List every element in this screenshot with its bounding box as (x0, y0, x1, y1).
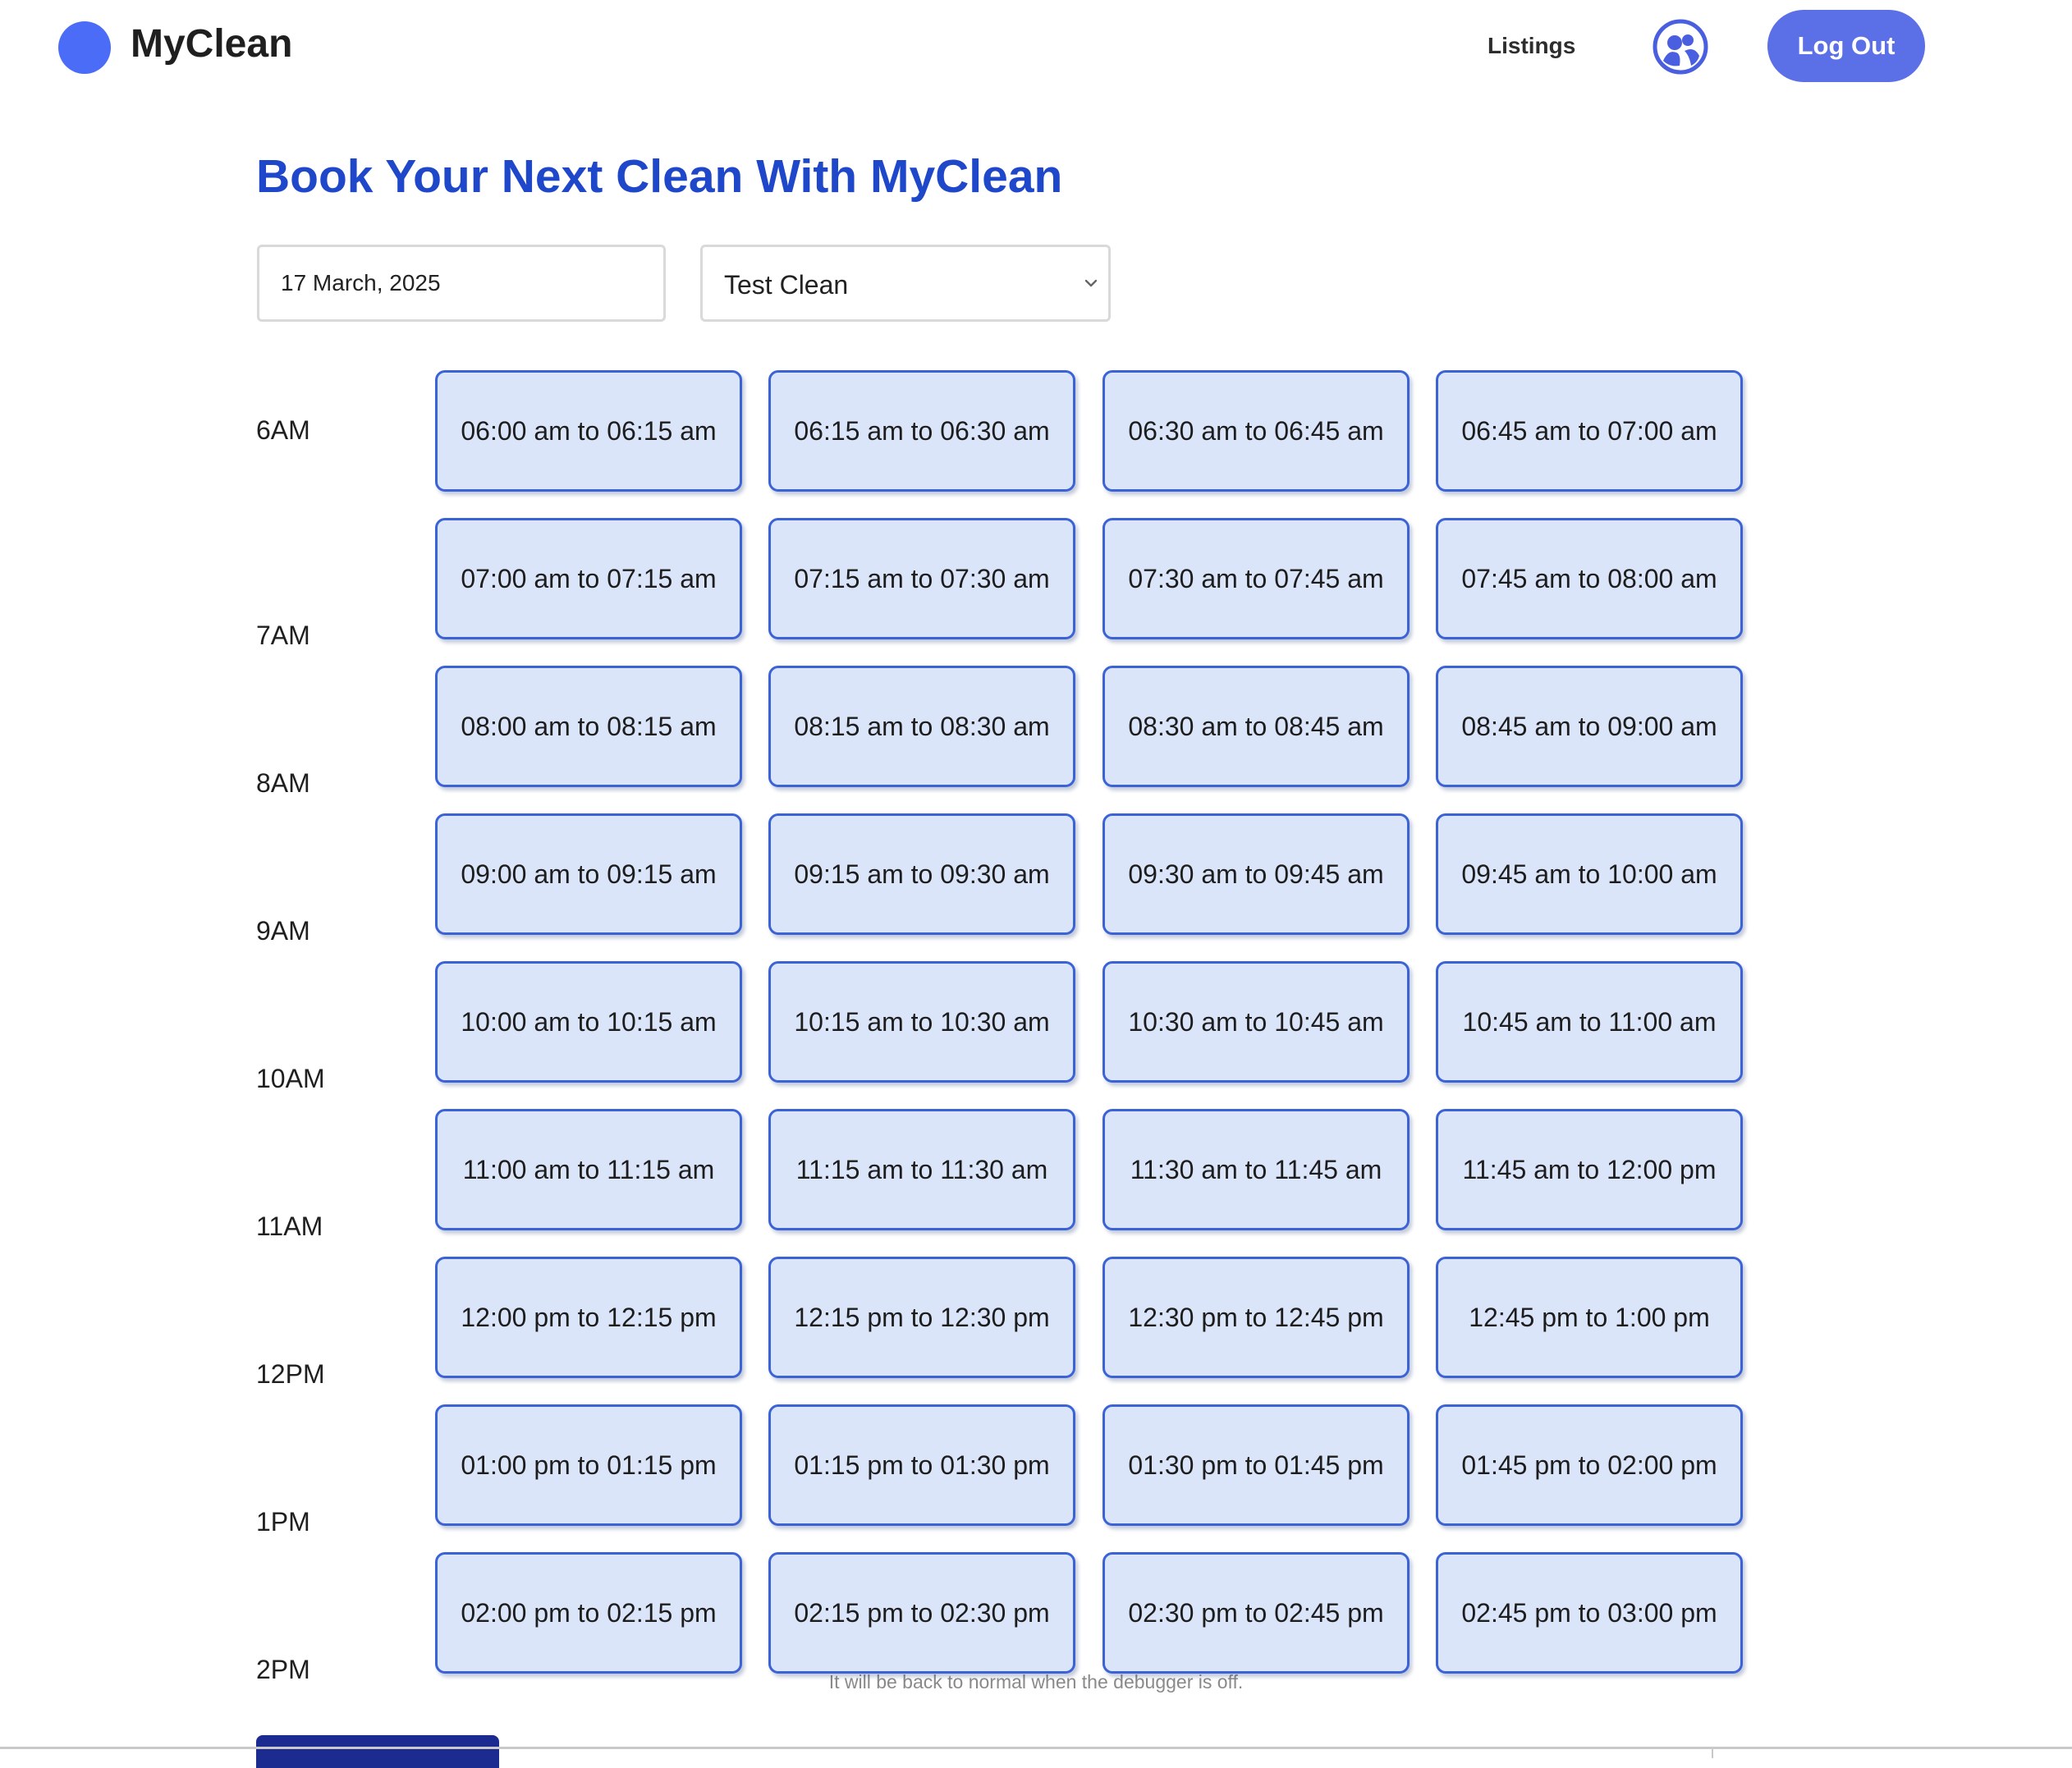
time-slot-button[interactable]: 01:45 pm to 02:00 pm (1436, 1404, 1743, 1526)
time-slot-button[interactable]: 08:15 am to 08:30 am (768, 666, 1075, 787)
time-slot-button[interactable]: 07:30 am to 07:45 am (1102, 518, 1410, 639)
debug-note: It will be back to normal when the debug… (828, 1671, 1244, 1692)
time-slot-button[interactable]: 12:30 pm to 12:45 pm (1102, 1257, 1410, 1378)
time-slot-button[interactable]: 02:00 pm to 02:15 pm (435, 1552, 742, 1674)
hour-label: 12PM (256, 1359, 325, 1389)
time-slot-button[interactable]: 11:15 am to 11:30 am (768, 1109, 1075, 1230)
hour-label: 6AM (256, 415, 310, 445)
time-slot-button[interactable]: 07:45 am to 08:00 am (1436, 518, 1743, 639)
profile-icon[interactable] (1652, 18, 1709, 76)
time-slot-button[interactable]: 02:30 pm to 02:45 pm (1102, 1552, 1410, 1674)
service-select[interactable]: Test Clean (700, 245, 1111, 322)
time-slot-button[interactable]: 02:15 pm to 02:30 pm (768, 1552, 1075, 1674)
brand-name[interactable]: MyClean (131, 21, 292, 66)
hour-label: 11AM (256, 1211, 323, 1241)
page-divider (0, 1747, 2072, 1749)
time-slot-button[interactable]: 06:15 am to 06:30 am (768, 370, 1075, 492)
divider-tick (1712, 1747, 1713, 1758)
time-slot-button[interactable]: 09:30 am to 09:45 am (1102, 813, 1410, 935)
time-slot-button[interactable]: 02:45 pm to 03:00 pm (1436, 1552, 1743, 1674)
time-slot-button[interactable]: 09:15 am to 09:30 am (768, 813, 1075, 935)
time-slot-button[interactable]: 12:00 pm to 12:15 pm (435, 1257, 742, 1378)
time-slot-button[interactable]: 12:15 pm to 12:30 pm (768, 1257, 1075, 1378)
chevron-down-icon (1084, 279, 1098, 287)
time-slot-button[interactable]: 09:00 am to 09:15 am (435, 813, 742, 935)
time-slot-button[interactable]: 10:15 am to 10:30 am (768, 961, 1075, 1083)
service-select-value: Test Clean (724, 270, 849, 300)
page-title: Book Your Next Clean With MyClean (256, 150, 1063, 203)
time-slot-button[interactable]: 11:30 am to 11:45 am (1102, 1109, 1410, 1230)
logout-button[interactable]: Log Out (1767, 10, 1925, 82)
book-button[interactable] (256, 1735, 499, 1768)
hour-label: 1PM (256, 1507, 310, 1537)
time-slot-button[interactable]: 07:00 am to 07:15 am (435, 518, 742, 639)
time-slot-button[interactable]: 01:00 pm to 01:15 pm (435, 1404, 742, 1526)
hour-label: 7AM (256, 621, 310, 650)
time-slot-button[interactable]: 10:45 am to 11:00 am (1436, 961, 1743, 1083)
time-slot-button[interactable]: 06:45 am to 07:00 am (1436, 370, 1743, 492)
hour-label: 2PM (256, 1655, 310, 1684)
hour-label: 10AM (256, 1064, 325, 1093)
hour-label: 9AM (256, 916, 310, 946)
time-slot-button[interactable]: 09:45 am to 10:00 am (1436, 813, 1743, 935)
time-slot-button[interactable]: 12:45 pm to 1:00 pm (1436, 1257, 1743, 1378)
time-slot-button[interactable]: 08:30 am to 08:45 am (1102, 666, 1410, 787)
brand-logo-icon[interactable] (58, 21, 111, 74)
hour-label: 8AM (256, 768, 310, 798)
time-slot-button[interactable]: 11:45 am to 12:00 pm (1436, 1109, 1743, 1230)
nav-listings-link[interactable]: Listings (1488, 33, 1575, 59)
time-slot-button[interactable]: 07:15 am to 07:30 am (768, 518, 1075, 639)
time-slot-button[interactable]: 01:30 pm to 01:45 pm (1102, 1404, 1410, 1526)
top-nav: MyClean Listings Log Out (0, 0, 2072, 95)
time-slot-button[interactable]: 01:15 pm to 01:30 pm (768, 1404, 1075, 1526)
time-slot-button[interactable]: 08:45 am to 09:00 am (1436, 666, 1743, 787)
time-slot-button[interactable]: 06:30 am to 06:45 am (1102, 370, 1410, 492)
time-slot-button[interactable]: 10:30 am to 10:45 am (1102, 961, 1410, 1083)
time-slot-button[interactable]: 06:00 am to 06:15 am (435, 370, 742, 492)
time-slot-button[interactable]: 08:00 am to 08:15 am (435, 666, 742, 787)
date-field[interactable] (257, 245, 666, 322)
time-slot-button[interactable]: 11:00 am to 11:15 am (435, 1109, 742, 1230)
time-slot-button[interactable]: 10:00 am to 10:15 am (435, 961, 742, 1083)
